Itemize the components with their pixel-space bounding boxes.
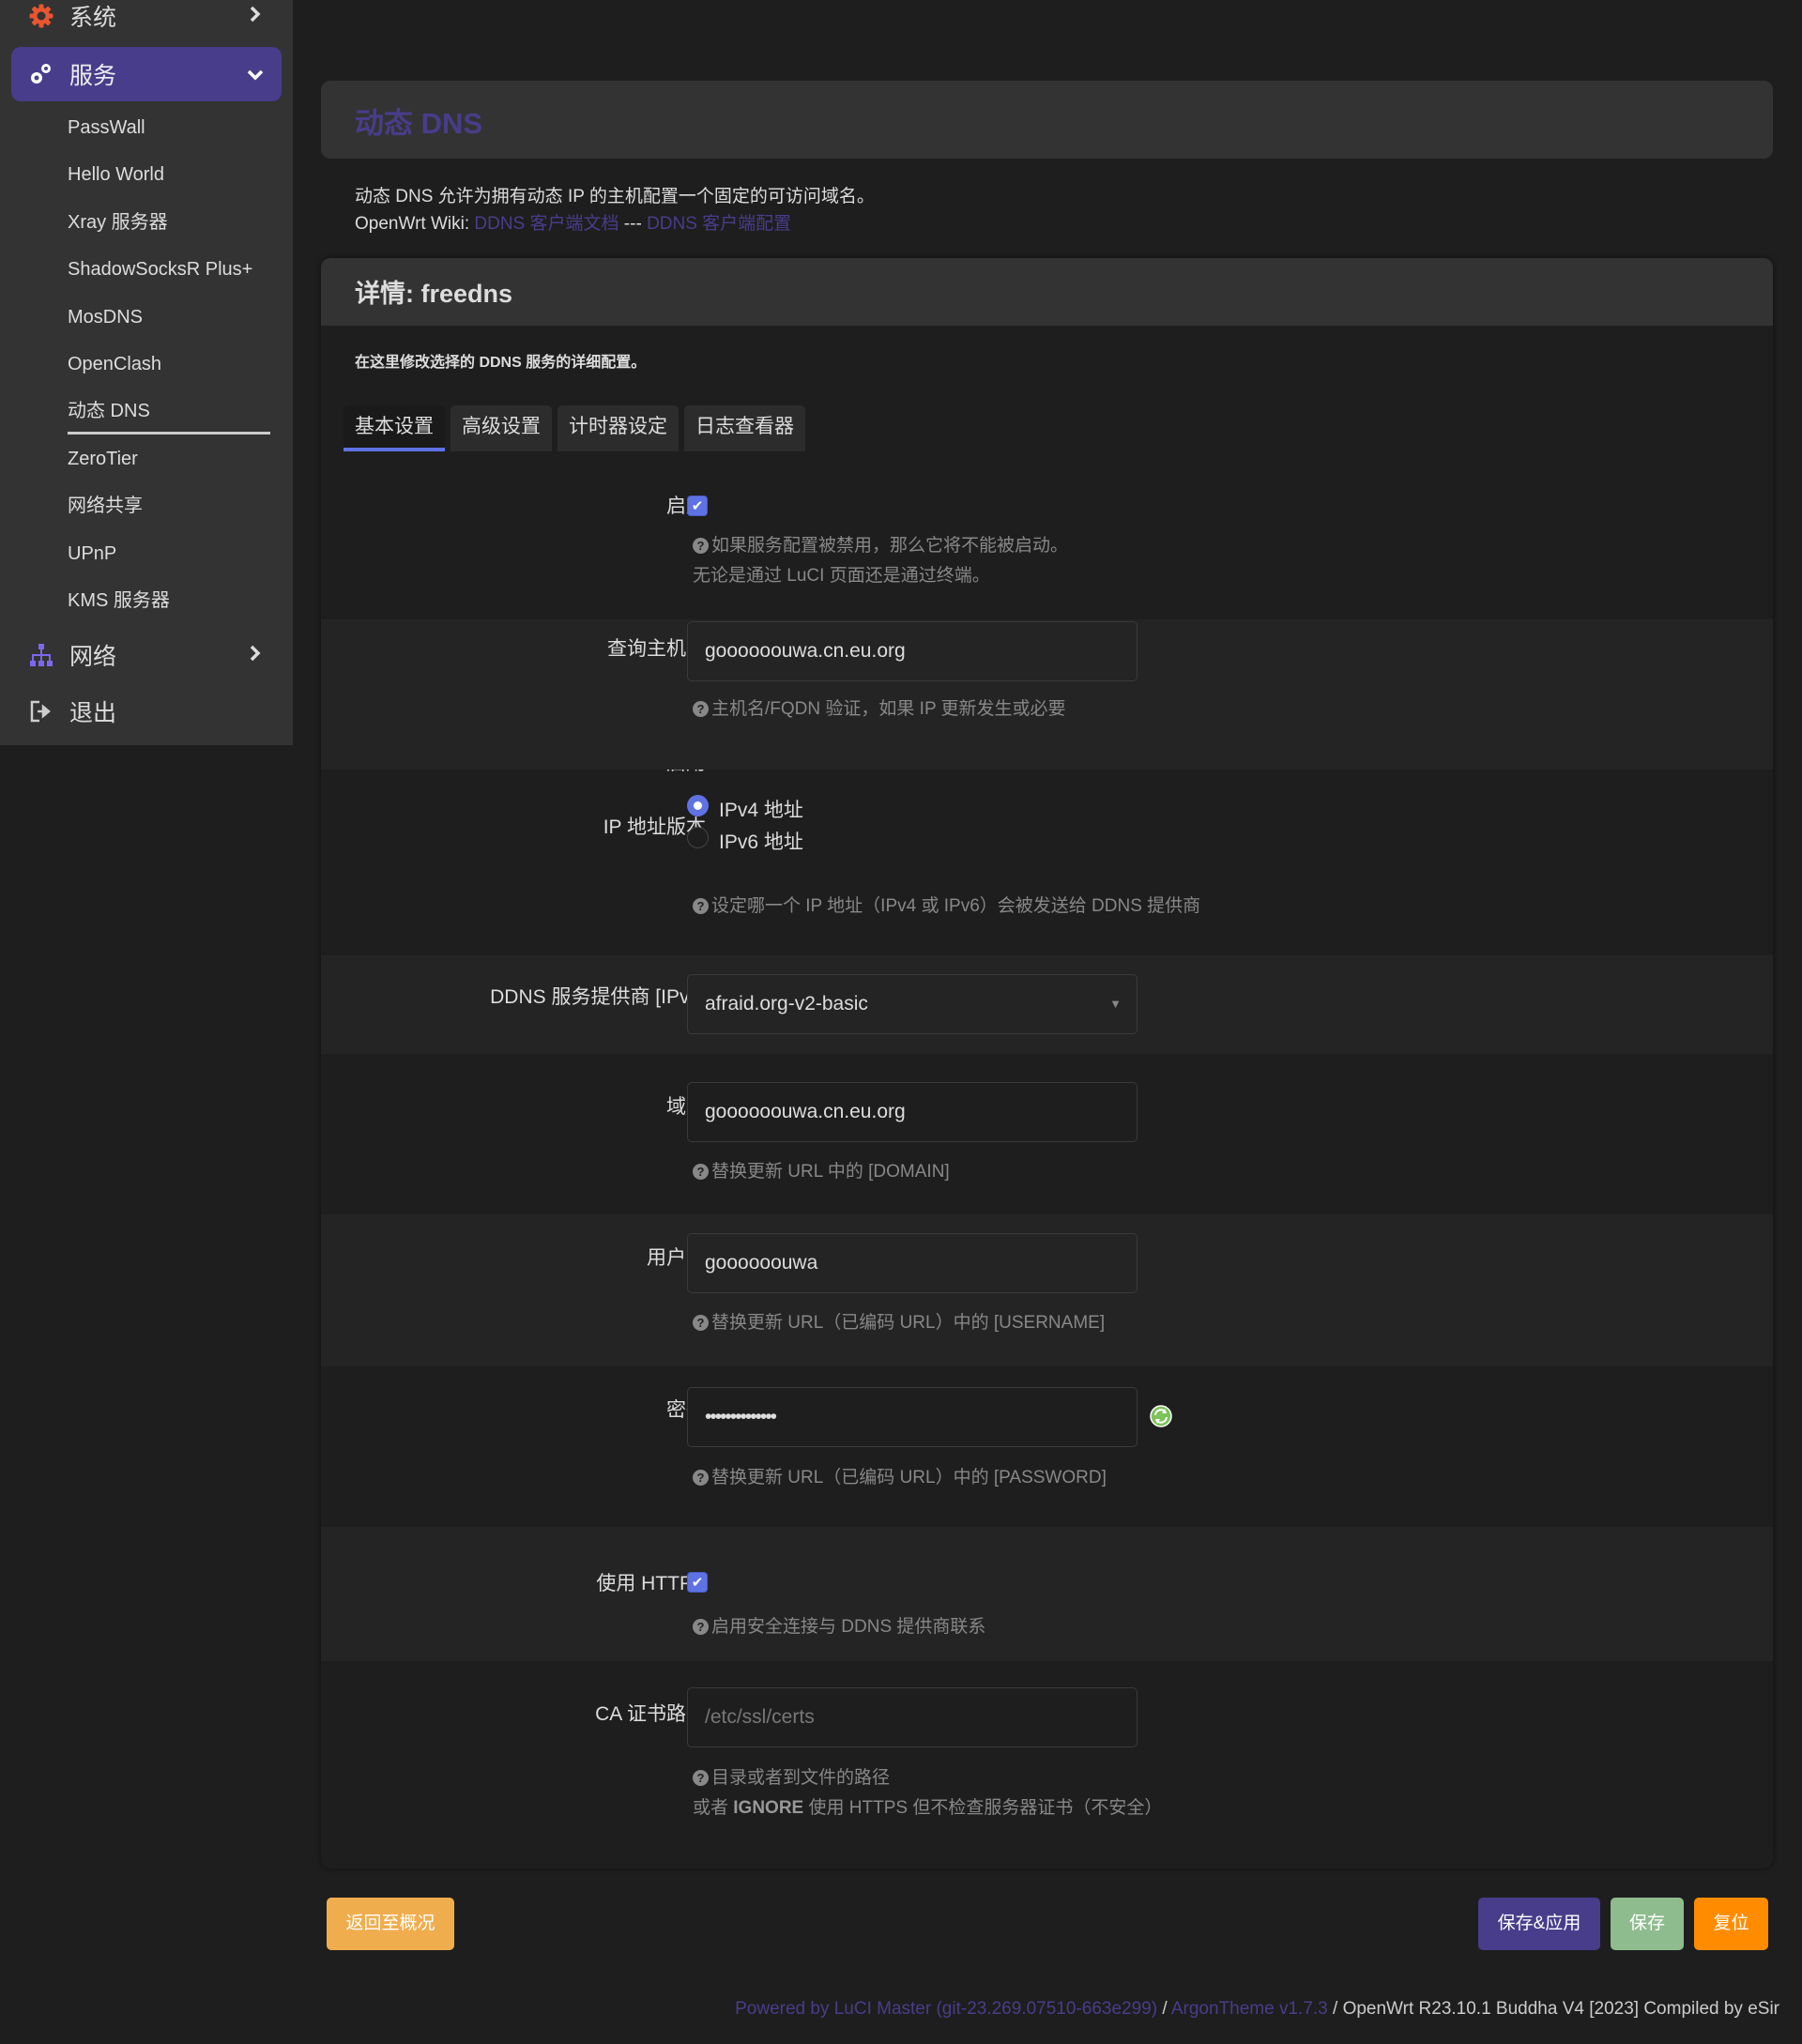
- row-password: 密码 •••••••••••••• ? 替换更新 URL（已编码 URL）中的 […: [321, 1366, 1773, 1527]
- detail-section: 详情: freedns 在这里修改选择的 DDNS 服务的详细配置。 基本设置 …: [321, 258, 1773, 1869]
- help-icon: ?: [693, 1770, 709, 1786]
- wiki-links: OpenWrt Wiki: DDNS 客户端文档 --- DDNS 客户端配置: [355, 209, 791, 235]
- gear-icon: [28, 3, 54, 29]
- domain-input[interactable]: goooooouwa.cn.eu.org: [687, 1082, 1138, 1142]
- ipv4-radio-label[interactable]: IPv4 地址: [719, 795, 803, 823]
- reset-button[interactable]: 复位: [1694, 1898, 1768, 1950]
- sidebar-item-label: 网络: [69, 644, 117, 670]
- ipv6-radio-label[interactable]: IPv6 地址: [719, 827, 803, 855]
- row-ca-path: CA 证书路径 /etc/ssl/certs ? 目录或者到文件的路径 或者 IG…: [321, 1661, 1773, 1869]
- use-https-help: ? 启用安全连接与 DDNS 提供商联系: [693, 1612, 985, 1642]
- section-header: 详情: freedns: [321, 258, 1773, 326]
- sidebar-subitem-kms[interactable]: KMS 服务器: [68, 587, 170, 615]
- active-indicator: [68, 432, 270, 435]
- help-icon: ?: [693, 1164, 709, 1180]
- footer: Powered by LuCI Master (git-23.269.07510…: [735, 1999, 1779, 2019]
- row-ip-version: IP 地址版本 IPv4 地址 IPv6 地址 ? 设定哪一个 IP 地址（IPv…: [321, 770, 1773, 955]
- username-input[interactable]: goooooouwa: [687, 1233, 1138, 1293]
- row-username: 用户名 goooooouwa ? 替换更新 URL（已编码 URL）中的 [USE…: [321, 1214, 1773, 1366]
- lookup-host-help: ? 主机名/FQDN 验证，如果 IP 更新发生或必要: [693, 694, 1066, 725]
- wiki-link-client-docs[interactable]: DDNS 客户端文档: [474, 214, 618, 234]
- sidebar-subitem-zerotier[interactable]: ZeroTier: [68, 445, 138, 473]
- help-icon: ?: [693, 1470, 709, 1486]
- tab-basic[interactable]: 基本设置: [344, 405, 445, 451]
- luci-link[interactable]: Powered by LuCI Master (git-23.269.07510…: [735, 1999, 1157, 2019]
- section-title: 详情: freedns: [355, 280, 513, 308]
- sidebar-subitem-ddns[interactable]: 动态 DNS: [68, 397, 150, 425]
- sidebar-subitem-ssrplus[interactable]: ShadowSocksR Plus+: [68, 255, 252, 283]
- tab-log-viewer[interactable]: 日志查看器: [684, 405, 805, 451]
- page-description: 动态 DNS 允许为拥有动态 IP 的主机配置一个固定的可访问域名。: [355, 187, 875, 206]
- ipv4-radio[interactable]: [687, 795, 709, 816]
- provider-label: DDNS 服务提供商 [IPv4]: [490, 986, 706, 1008]
- help-icon: ?: [693, 1315, 709, 1331]
- caret-down-icon: ▼: [1109, 997, 1122, 1011]
- lookup-host-input[interactable]: goooooouwa.cn.eu.org: [687, 621, 1138, 681]
- sidebar: 系统 服务 PassWall Hello World Xray 服务器 Shad…: [0, 0, 293, 745]
- ca-path-help: ? 目录或者到文件的路径 或者 IGNORE 使用 HTTPS 但不检查服务器证书…: [693, 1768, 1163, 1818]
- chevron-right-icon: [242, 4, 268, 28]
- password-help: ? 替换更新 URL（已编码 URL）中的 [PASSWORD]: [693, 1463, 1107, 1493]
- wiki-prefix: OpenWrt Wiki:: [355, 214, 475, 234]
- help-icon: ?: [693, 898, 709, 914]
- sidebar-item-label: 服务: [69, 63, 117, 89]
- domain-help: ? 替换更新 URL 中的 [DOMAIN]: [693, 1157, 950, 1187]
- enable-help: ? 如果服务配置被禁用，那么它将不能被启动。 无论是通过 LuCI 页面还是通过终…: [693, 536, 1069, 586]
- section-description: 在这里修改选择的 DDNS 服务的详细配置。: [355, 355, 647, 371]
- page-title-card: 动态 DNS: [321, 81, 1773, 159]
- enable-checkbox[interactable]: ✔: [687, 496, 708, 516]
- row-domain: 域名 goooooouwa.cn.eu.org ? 替换更新 URL 中的 [DO…: [321, 1054, 1773, 1214]
- save-button[interactable]: 保存: [1611, 1898, 1684, 1950]
- use-https-checkbox[interactable]: ✔: [687, 1572, 708, 1593]
- row-lookup-host: 查询主机名 goooooouwa.cn.eu.org ? 主机名/FQDN 验证，…: [321, 619, 1773, 770]
- sidebar-subitem-upnp[interactable]: UPnP: [68, 540, 116, 568]
- username-help: ? 替换更新 URL（已编码 URL）中的 [USERNAME]: [693, 1308, 1105, 1338]
- sidebar-subitem-helloworld[interactable]: Hello World: [68, 160, 164, 189]
- sidebar-item-label: 退出: [69, 700, 117, 726]
- help-icon: ?: [693, 1619, 709, 1635]
- ipv6-radio[interactable]: [687, 827, 709, 848]
- password-input[interactable]: ••••••••••••••: [687, 1387, 1138, 1447]
- ip-version-help: ? 设定哪一个 IP 地址（IPv4 或 IPv6）会被发送给 DDNS 提供商: [693, 892, 1200, 922]
- sidebar-subitem-passwall[interactable]: PassWall: [68, 114, 145, 142]
- footer-version: / OpenWrt R23.10.1 Buddha V4 [2023] Comp…: [1327, 1999, 1779, 2019]
- theme-link[interactable]: ArgonTheme v1.7.3: [1171, 1999, 1328, 2019]
- sidebar-subitem-netshare[interactable]: 网络共享: [68, 492, 143, 520]
- help-icon: ?: [693, 701, 709, 717]
- sidebar-item-network[interactable]: 网络: [11, 628, 282, 682]
- sidebar-subitem-xray[interactable]: Xray 服务器: [68, 208, 168, 236]
- sidebar-item-services[interactable]: 服务: [11, 47, 282, 101]
- sidebar-subitem-openclash[interactable]: OpenClash: [68, 350, 161, 378]
- save-apply-button[interactable]: 保存&应用: [1478, 1898, 1600, 1950]
- help-icon: ?: [693, 538, 709, 554]
- wiki-separator: ---: [618, 214, 648, 234]
- wiki-link-client-config[interactable]: DDNS 客户端配置: [647, 214, 791, 234]
- provider-select[interactable]: afraid.org-v2-basic ▼: [687, 974, 1138, 1034]
- tab-advanced[interactable]: 高级设置: [450, 405, 552, 451]
- tab-bar: 基本设置 高级设置 计时器设定 日志查看器: [344, 405, 805, 451]
- reveal-password-icon[interactable]: [1149, 1404, 1173, 1428]
- row-provider: DDNS 服务提供商 [IPv4] afraid.org-v2-basic ▼: [321, 955, 1773, 1054]
- sitemap-icon: [28, 642, 54, 668]
- tab-timer[interactable]: 计时器设定: [557, 405, 679, 451]
- chevron-down-icon: [242, 62, 268, 86]
- sidebar-subitem-mosdns[interactable]: MosDNS: [68, 303, 143, 331]
- sidebar-item-label: 系统: [69, 5, 117, 31]
- provider-select-value: afraid.org-v2-basic: [705, 993, 868, 1014]
- sidebar-item-logout[interactable]: 退出: [11, 684, 282, 739]
- back-to-overview-button[interactable]: 返回至概况: [327, 1898, 454, 1950]
- chevron-right-icon: [242, 643, 268, 667]
- cogs-icon: [28, 61, 54, 87]
- sidebar-item-system[interactable]: 系统: [11, 0, 282, 43]
- page-title: 动态 DNS: [355, 107, 483, 140]
- sign-out-icon: [28, 698, 54, 725]
- ca-path-input[interactable]: /etc/ssl/certs: [687, 1687, 1138, 1747]
- row-use-https: 使用 HTTPS ✔ ? 启用安全连接与 DDNS 提供商联系: [321, 1527, 1773, 1661]
